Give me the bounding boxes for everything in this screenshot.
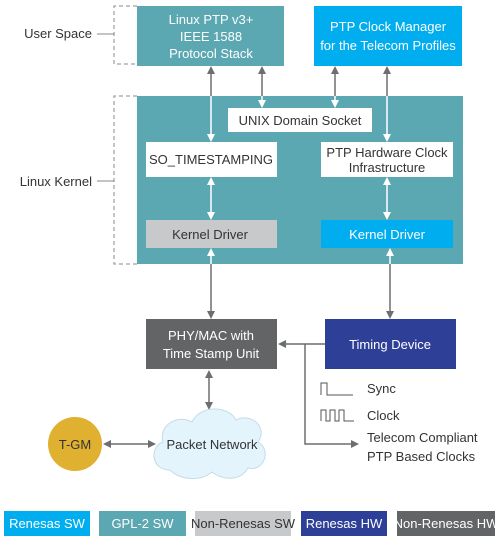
linux-kernel-label: Linux Kernel xyxy=(20,174,92,189)
linux-kernel-bracket: Linux Kernel xyxy=(20,95,137,265)
sync-label: Sync xyxy=(367,381,396,396)
legend-label: Renesas HW xyxy=(306,516,383,531)
unix-socket-label: UNIX Domain Socket xyxy=(239,113,362,128)
clock-pulse-icon xyxy=(320,409,354,422)
linuxptp-line3: Protocol Stack xyxy=(169,46,253,61)
telecom-line2: PTP Based Clocks xyxy=(367,449,476,464)
phy-mac-line1: PHY/MAC with xyxy=(168,328,254,343)
legend-label: Non-Renesas HW xyxy=(394,516,499,531)
ptp-architecture-diagram: User Space Linux Kernel Linux PTP v3+ IE… xyxy=(4,5,499,536)
user-space-label: User Space xyxy=(24,26,92,41)
clock-label: Clock xyxy=(367,408,400,423)
telecom-line1: Telecom Compliant xyxy=(367,430,478,445)
packet-network-label: Packet Network xyxy=(166,437,258,452)
phc-line1: PTP Hardware Clock xyxy=(326,145,448,160)
tgm-label: T-GM xyxy=(59,437,92,452)
phc-line2: Infrastructure xyxy=(349,160,426,175)
legend-label: Renesas SW xyxy=(9,516,86,531)
kernel-driver-left-label: Kernel Driver xyxy=(172,227,249,242)
sync-pulse-icon xyxy=(320,382,353,396)
clock-manager-line1: PTP Clock Manager xyxy=(330,19,447,34)
linuxptp-line1: Linux PTP v3+ xyxy=(169,12,254,27)
clock-manager-line2: for the Telecom Profiles xyxy=(320,38,456,53)
legend-label: GPL-2 SW xyxy=(111,516,174,531)
clock-manager-block xyxy=(314,6,462,66)
phy-mac-block xyxy=(146,319,277,369)
legend: Renesas SW GPL-2 SW Non-Renesas SW Renesas … xyxy=(4,511,499,536)
so-timestamping-label: SO_TIMESTAMPING xyxy=(149,152,273,167)
kernel-driver-right-label: Kernel Driver xyxy=(349,227,426,242)
user-space-bracket: User Space xyxy=(24,5,137,65)
phy-mac-line2: Time Stamp Unit xyxy=(163,346,260,361)
linuxptp-line2: IEEE 1588 xyxy=(180,29,242,44)
timing-device-label: Timing Device xyxy=(349,337,431,352)
legend-label: Non-Renesas SW xyxy=(191,516,296,531)
